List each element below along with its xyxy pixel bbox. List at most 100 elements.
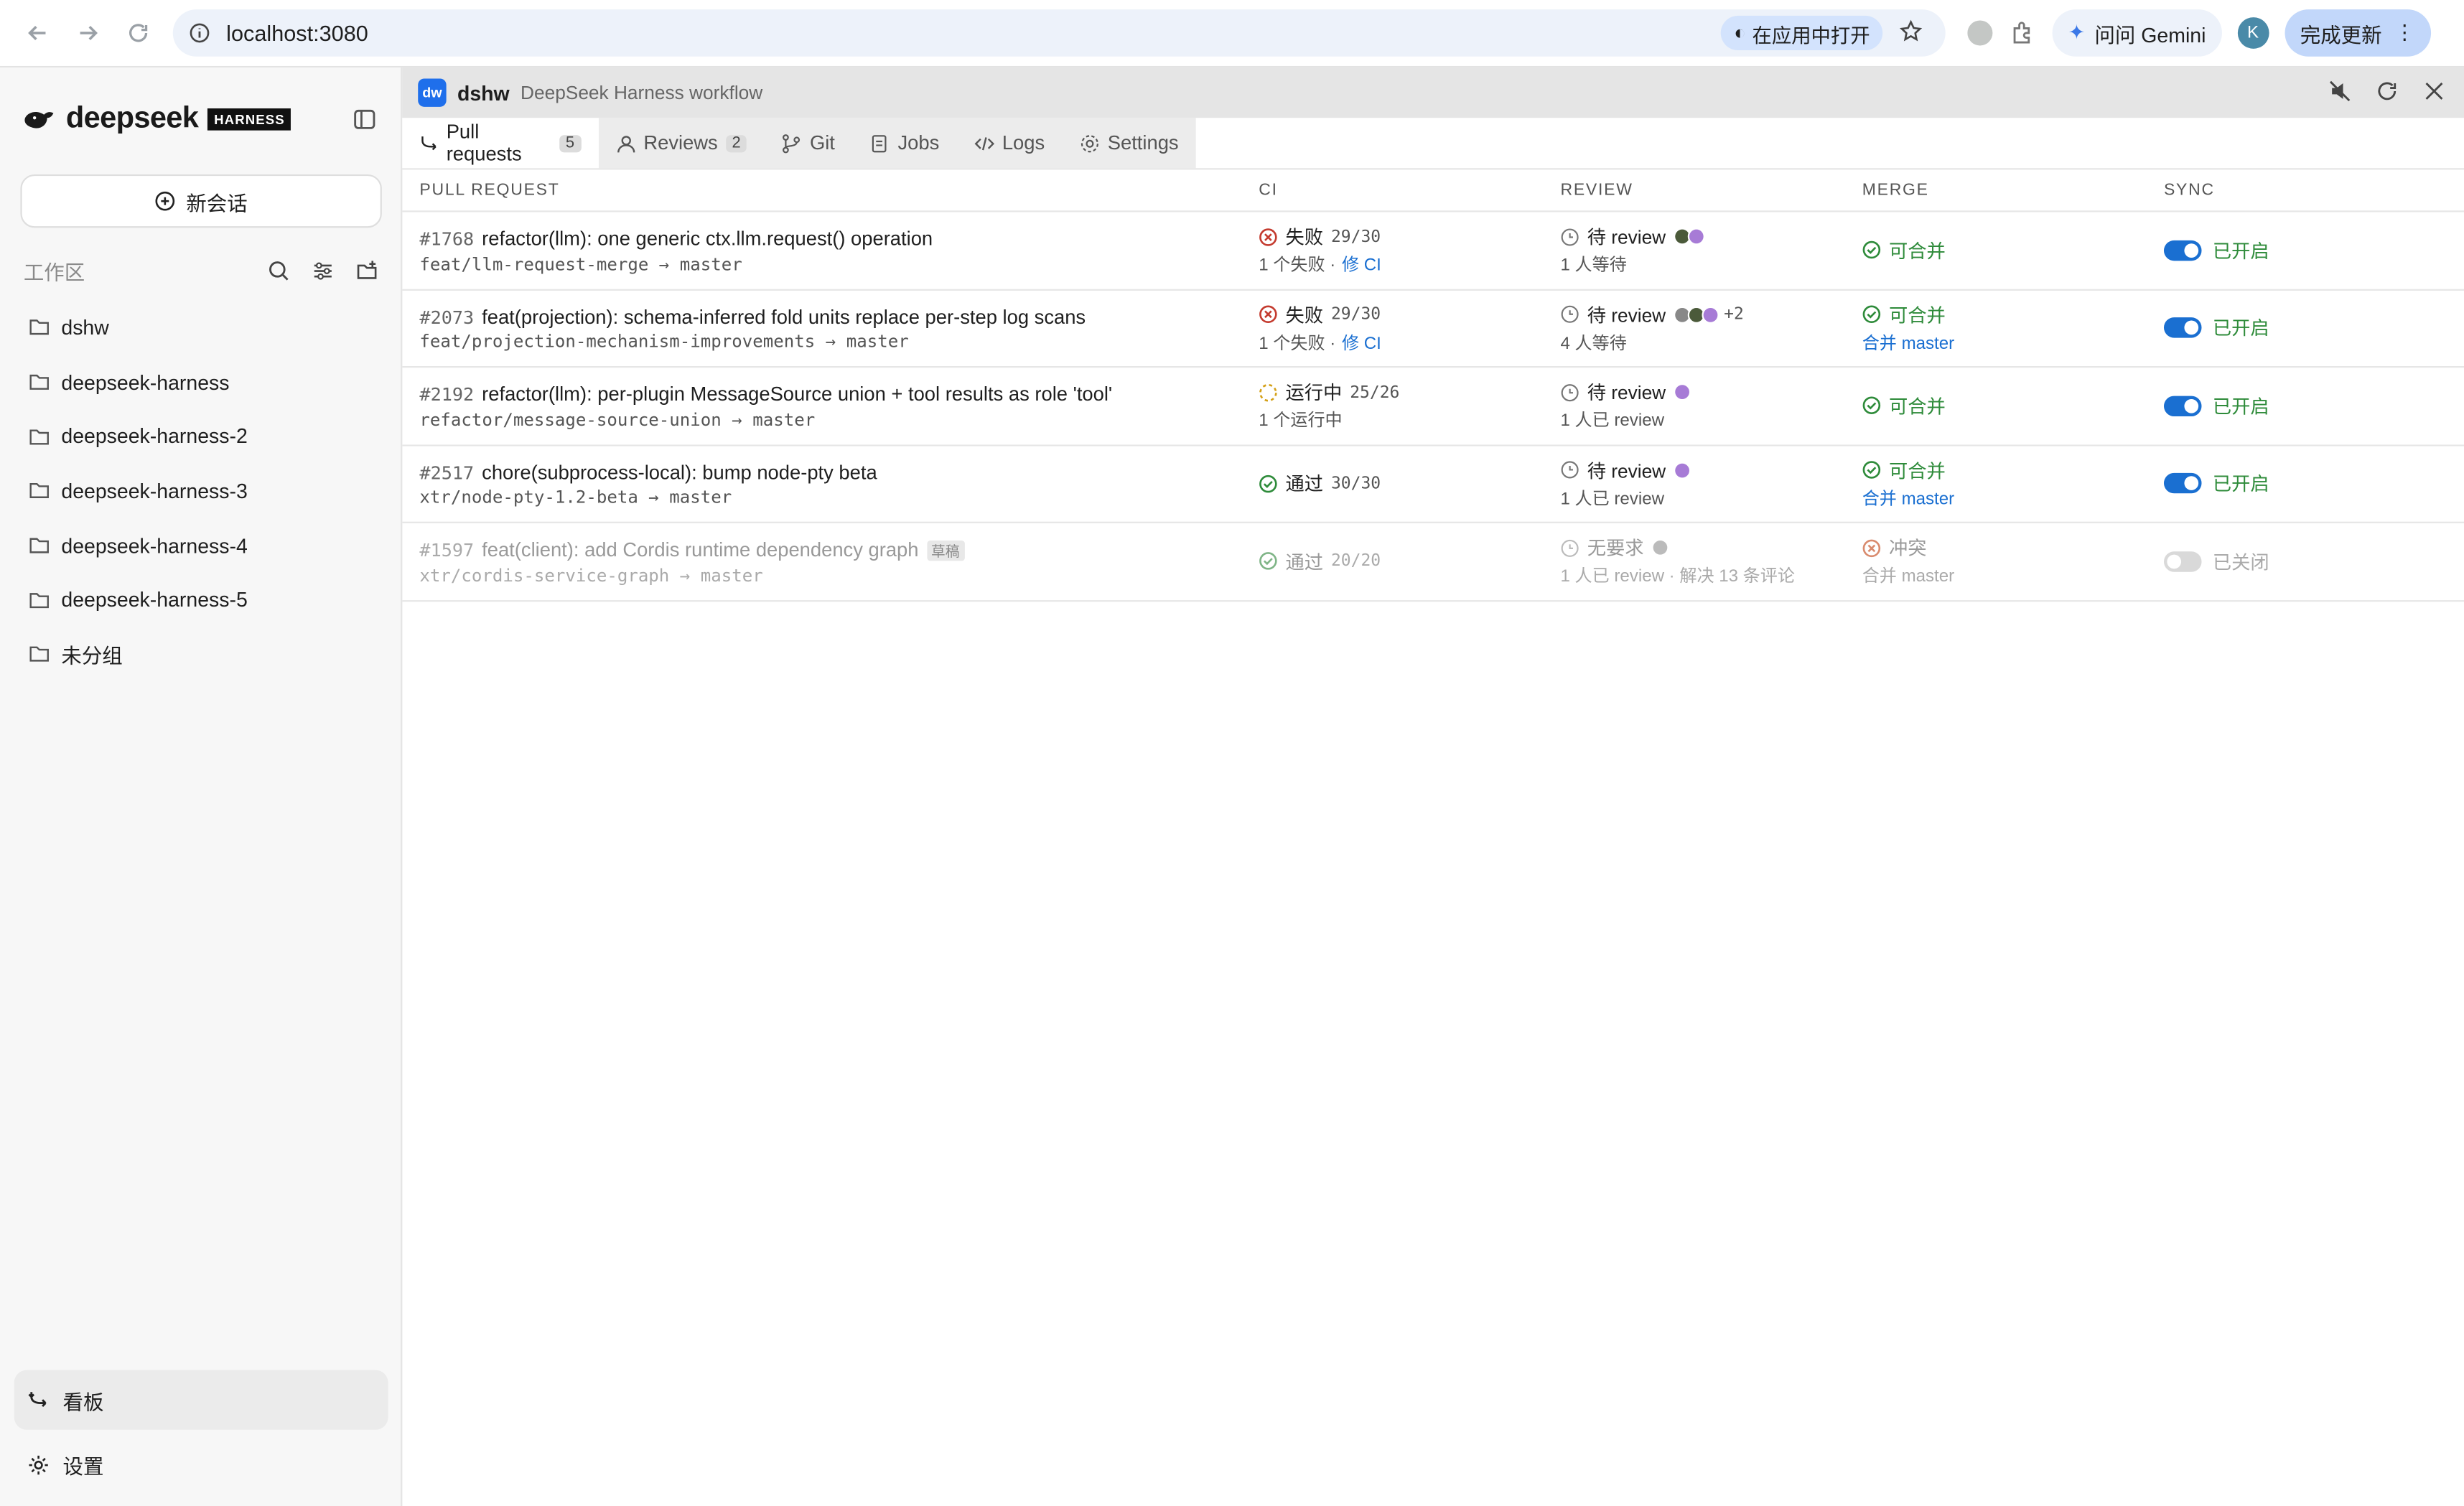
new-folder-icon[interactable] [355,259,379,283]
column-header-merge: MERGE [1862,180,1929,200]
tab-label: Git [809,131,835,154]
table-row[interactable]: #2192 refactor(llm): per-plugin MessageSo… [402,368,2464,446]
refresh-icon[interactable] [2376,80,2398,103]
table-row[interactable]: #1597 feat(client): add Cordis runtime de… [402,523,2464,602]
search-icon[interactable] [267,259,291,283]
check-circle-icon [1862,397,1881,415]
fix-ci-link[interactable]: 修 CI [1342,252,1381,277]
pr-title[interactable]: feat(projection): schema-inferred fold u… [482,306,1086,328]
tab-count-badge: 5 [559,134,581,152]
check-circle-icon [1862,461,1881,480]
tab-count-badge: 2 [725,134,747,152]
reviewer-avatar [1687,228,1705,245]
pr-title[interactable]: chore(subprocess-local): bump node-pty b… [482,462,877,484]
sync-status: 已开启 [2212,396,2269,418]
app-root: localhost:3080 ◐ 在应用中打开 ✦ 问问 Gemini K 完成… [0,0,2464,1506]
workspace-item-label: deepseek-harness-2 [61,424,248,449]
sync-toggle[interactable] [2163,473,2202,494]
workspace-item-label: deepseek-harness-5 [61,588,248,612]
sync-toggle[interactable] [2163,317,2202,339]
profile-avatar[interactable]: K [2237,17,2269,49]
workspace-item-deepseek-harness-2[interactable]: deepseek-harness-2 [28,409,248,464]
sync-status: 已开启 [2212,317,2269,340]
bookmark-star-icon[interactable] [1898,19,1923,44]
folder-icon [29,592,49,608]
new-chat-label: 新会话 [186,190,248,215]
merge-status: 可合并 [1888,459,1946,482]
merge-master-link[interactable]: 合并 master [1862,485,2164,510]
merge-master-link[interactable]: 合并 master [1862,329,2164,355]
sidebar-toggle-icon[interactable] [352,107,377,132]
address-bar[interactable]: localhost:3080 ◐ 在应用中打开 [172,9,1946,57]
forward-button[interactable] [63,8,113,58]
tab-logs[interactable]: Logs [956,118,1062,168]
sync-toggle[interactable] [2163,240,2202,261]
tab-label: Logs [1002,131,1045,154]
workspace-item-deepseek-harness-4[interactable]: deepseek-harness-4 [28,518,248,573]
gemini-sparkle-icon: ✦ [2068,20,2086,45]
close-icon[interactable] [2423,80,2445,103]
sync-status: 已关闭 [2212,551,2269,574]
tab-pull-requests[interactable]: Pull requests 5 [402,118,598,169]
check-circle-icon [1862,306,1881,324]
sync-toggle[interactable] [2163,396,2202,416]
merge-status: 可合并 [1888,396,1946,418]
sync-toggle[interactable] [2163,551,2202,572]
open-in-app-button[interactable]: ◐ 在应用中打开 [1721,15,1883,51]
workspace-item-deepseek-harness[interactable]: deepseek-harness [28,355,247,409]
merge-master-link[interactable]: 合并 master [1862,563,2164,588]
brand-name: deepseek [65,102,199,136]
workspace-item-deepseek-harness-5[interactable]: deepseek-harness-5 [28,573,248,627]
table-row[interactable]: #2073 feat(projection): schema-inferred f… [402,290,2464,368]
filter-sliders-icon[interactable] [311,259,335,283]
pr-number: #1768 [419,228,475,251]
workspace-item-ungrouped[interactable]: 未分组 [28,627,247,682]
pr-title[interactable]: refactor(llm): per-plugin MessageSource … [482,384,1112,406]
extension-dot-icon[interactable] [1967,20,1993,46]
review-detail: 1 人等待 [1560,256,1627,276]
pr-table: PULL REQUEST CI REVIEW MERGE SYNC #1768 r… [402,168,2464,602]
gemini-button[interactable]: ✦ 问问 Gemini [2052,9,2222,57]
workspace-item-label: deepseek-harness [61,370,230,394]
document-icon [872,134,887,152]
fix-ci-link[interactable]: 修 CI [1342,329,1381,355]
tab-label: Reviews [643,131,718,154]
tab-reviews[interactable]: Reviews 2 [598,118,765,168]
mute-icon[interactable] [2329,80,2351,103]
pr-branch: xtr/node-pty-1.2-beta → master [419,487,732,508]
tab-git[interactable]: Git [764,118,852,168]
workflow-subtitle: DeepSeek Harness workflow [521,81,763,104]
pr-branch: xtr/cordis-service-graph → master [419,565,763,586]
pr-number: #2073 [419,306,475,328]
extensions-icon[interactable] [2008,19,2036,47]
pr-branch: refactor/message-source-union → master [419,409,816,431]
fail-circle-icon [1259,228,1277,246]
browser-toolbar: localhost:3080 ◐ 在应用中打开 ✦ 问问 Gemini K 完成… [0,0,2464,68]
workspace-label: 工作区 [23,261,85,285]
sidebar-item-board[interactable]: 看板 [14,1370,388,1430]
check-circle-icon [1862,241,1881,259]
review-detail: 1 人已 review · 解决 13 条评论 [1560,567,1795,586]
update-button[interactable]: 完成更新 ⋮ [2284,9,2431,57]
open-in-app-label: 在应用中打开 [1752,24,1870,47]
table-row[interactable]: #2517 chore(subprocess-local): bump node-… [402,446,2464,523]
tab-settings[interactable]: Settings [1062,118,1195,168]
sidebar-item-settings[interactable]: 设置 [14,1434,388,1494]
gear-icon [29,1454,48,1474]
pr-title[interactable]: refactor(llm): one generic ctx.llm.reque… [482,228,933,251]
table-row[interactable]: #1768 refactor(llm): one generic ctx.llm.… [402,212,2464,290]
workspace-item-deepseek-harness-3[interactable]: deepseek-harness-3 [28,464,248,518]
tab-jobs[interactable]: Jobs [852,118,956,168]
sync-status: 已开启 [2212,473,2269,496]
back-button[interactable] [13,8,63,58]
pr-title[interactable]: feat(client): add Cordis runtime depende… [482,539,918,561]
reload-button[interactable] [113,8,164,58]
main-panel: dw dshw DeepSeek Harness workflow Pull r… [402,67,2464,1506]
column-header-ci: CI [1259,180,1278,200]
spinner-icon [1259,383,1277,401]
workspace-item-label: deepseek-harness-4 [61,533,248,558]
url-text: localhost:3080 [226,20,368,46]
new-chat-button[interactable]: 新会话 [20,174,382,228]
fail-circle-icon [1259,306,1277,324]
workspace-item-dshw[interactable]: dshw [28,300,247,355]
